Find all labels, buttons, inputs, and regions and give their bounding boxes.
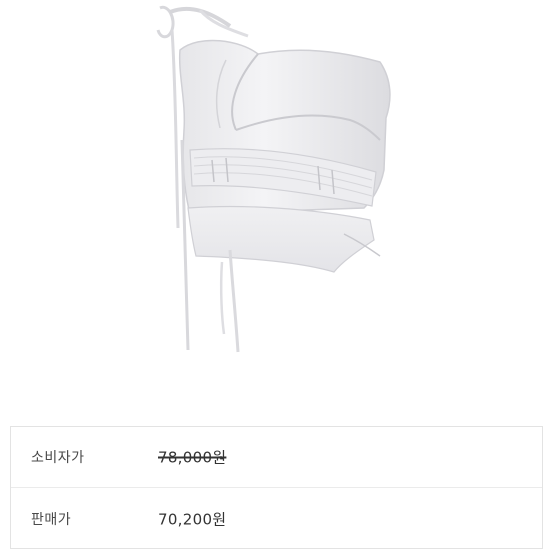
consumer-price-label: 소비자가 (31, 450, 85, 466)
sale-price-label: 판매가 (31, 511, 72, 528)
product-page: 소비자가 78,000원 판매가 70,200원 (0, 0, 555, 555)
consumer-price-value: 78,000원 (158, 448, 227, 467)
price-table: 소비자가 78,000원 판매가 70,200원 (10, 426, 543, 549)
sale-price-row: 판매가 70,200원 (11, 488, 542, 549)
sale-price-value: 70,200원 (158, 510, 227, 528)
product-image (0, 0, 555, 400)
consumer-price-row: 소비자가 78,000원 (11, 427, 542, 488)
